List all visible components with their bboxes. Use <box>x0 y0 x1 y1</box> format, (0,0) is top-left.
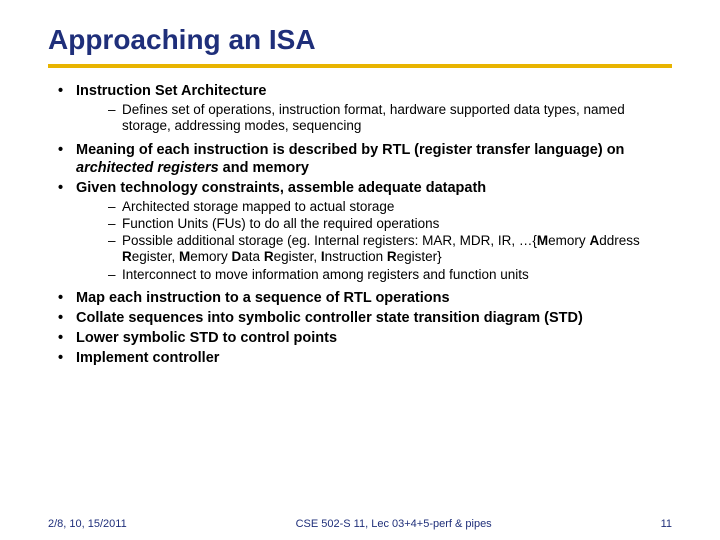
bullet-text-post: and memory <box>219 160 309 176</box>
sub-bullet: Architected storage mapped to actual sto… <box>76 199 672 215</box>
sub-bullet: Function Units (FUs) to do all the requi… <box>76 216 672 232</box>
t: ata <box>241 249 264 264</box>
slide-footer: 2/8, 10, 15/2011 CSE 502-S 11, Lec 03+4+… <box>0 518 720 530</box>
t: egister, <box>274 249 321 264</box>
t: emory <box>190 249 231 264</box>
t: M <box>537 233 548 248</box>
bullet-lower: Lower symbolic STD to control points <box>48 329 672 347</box>
bullet-meaning: Meaning of each instruction is described… <box>48 141 672 177</box>
footer-course: CSE 502-S 11, Lec 03+4+5-perf & pipes <box>296 518 492 530</box>
bullet-list: Instruction Set Architecture Defines set… <box>48 82 672 135</box>
title-underline <box>48 64 672 68</box>
bullet-map: Map each instruction to a sequence of RT… <box>48 289 672 307</box>
t: nstruction <box>325 249 387 264</box>
bullet-text: Instruction Set Architecture <box>76 83 266 99</box>
slide: Approaching an ISA Instruction Set Archi… <box>0 0 720 367</box>
t: egister, <box>132 249 179 264</box>
t: egister} <box>397 249 442 264</box>
sub-bullet: Interconnect to move information among r… <box>76 267 672 283</box>
bullet-text-em: architected registers <box>76 160 219 176</box>
bullet-text-pre: Meaning of each instruction is described… <box>76 142 624 158</box>
t: ddress <box>599 233 640 248</box>
bullet-text: Given technology constraints, assemble a… <box>76 180 486 196</box>
t: A <box>589 233 599 248</box>
footer-page-number: 11 <box>661 518 672 530</box>
t: Possible additional storage (eg. Interna… <box>122 233 537 248</box>
t: R <box>264 249 274 264</box>
bullet-implement: Implement controller <box>48 349 672 367</box>
t: emory <box>548 233 589 248</box>
bullet-isa: Instruction Set Architecture Defines set… <box>48 82 672 135</box>
sub-list: Defines set of operations, instruction f… <box>76 102 672 134</box>
sub-bullet: Defines set of operations, instruction f… <box>76 102 672 134</box>
footer-date: 2/8, 10, 15/2011 <box>48 518 127 530</box>
bullet-list: Meaning of each instruction is described… <box>48 141 672 283</box>
sub-list: Architected storage mapped to actual sto… <box>76 199 672 283</box>
slide-content: Instruction Set Architecture Defines set… <box>48 82 672 367</box>
bullet-collate: Collate sequences into symbolic controll… <box>48 309 672 327</box>
t: M <box>179 249 190 264</box>
slide-title: Approaching an ISA <box>48 24 672 56</box>
t: R <box>122 249 132 264</box>
sub-bullet-registers: Possible additional storage (eg. Interna… <box>76 233 672 265</box>
bullet-list: Map each instruction to a sequence of RT… <box>48 289 672 368</box>
t: R <box>387 249 397 264</box>
t: D <box>232 249 242 264</box>
bullet-datapath: Given technology constraints, assemble a… <box>48 179 672 283</box>
